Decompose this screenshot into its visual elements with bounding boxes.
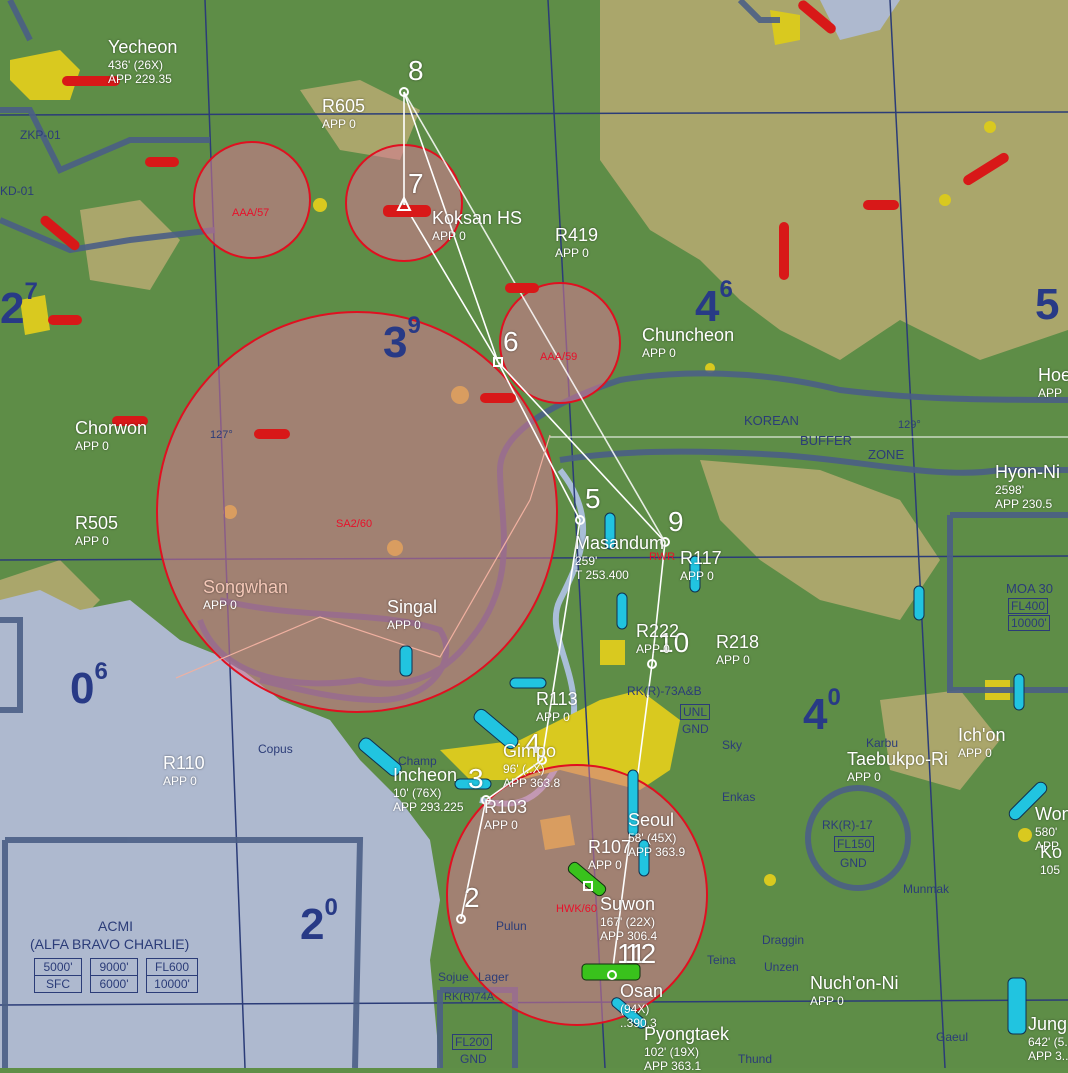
place-r505: R505 APP 0 — [75, 513, 119, 548]
map-label-draggin: Draggin — [762, 933, 805, 947]
longitude-127: 127° — [210, 429, 233, 441]
threat-label-aaa57: AAA/57 — [232, 207, 270, 219]
place-pyongtaek: Pyongtaek 102' (19X) APP 363.1 — [644, 1024, 730, 1073]
grid-label-06: 06 — [70, 658, 108, 713]
map-label-pulun: Pulun — [496, 919, 527, 933]
place-incheon: Incheon 10' (76X) APP 293.225 — [393, 765, 464, 814]
place-r419: R419 APP 0 — [555, 225, 599, 260]
place-r218: R218 APP 0 — [716, 632, 760, 667]
rkr74-gnd: GND — [460, 1052, 487, 1066]
map-label-teina: Teina — [707, 953, 736, 967]
map-label-sky: Sky — [722, 738, 743, 752]
place-r103: R103 APP 0 — [484, 797, 528, 832]
threat-label-aaa59: AAA/59 — [540, 351, 578, 363]
map-label-champ: Champ — [398, 754, 437, 768]
airspace-zkp01: ZKP-01 — [20, 128, 61, 142]
place-r605: R605 APP 0 — [322, 96, 366, 131]
rkr73-label: RK(R)-73A&B — [627, 684, 702, 698]
map-label-enkas: Enkas — [722, 790, 756, 804]
rkr17-fl: FL150 — [834, 836, 875, 852]
acmi-subtitle: (ALFA BRAVO CHARLIE) — [30, 936, 190, 952]
map-label-sojue: Sojue — [438, 970, 469, 984]
buffer-zone-korean: KOREAN — [744, 413, 799, 428]
place-singal: Singal APP 0 — [387, 597, 438, 632]
grid-label-5: 5 — [1035, 280, 1060, 329]
place-r107: R107 APP 0 — [588, 837, 632, 872]
map-label-karbu: Karbu — [866, 736, 899, 750]
place-info: 436' (26X) — [108, 58, 163, 72]
rkr74-label: RK(R)74A — [444, 991, 495, 1003]
place-hyonni: Hyon-Ni 2598' APP 230.5 — [995, 462, 1061, 511]
threat-label-hwk: HWK/60 — [556, 903, 597, 915]
place-taebukpo: Taebukpo-Ri APP 0 — [847, 749, 949, 784]
place-chorwon: Chorwon APP 0 — [75, 418, 148, 453]
waypoint-8[interactable]: 8 — [408, 55, 424, 87]
map-label-unzen: Unzen — [764, 960, 799, 974]
threat-label-sa2: SA2/60 — [336, 518, 373, 530]
grid-label-27: 27 — [0, 278, 38, 333]
moa30-label: MOA 30 — [1006, 581, 1053, 596]
map-label-munmak: Munmak — [903, 882, 950, 896]
place-koksan: Koksan HS APP 0 — [432, 208, 523, 243]
grid-label-40: 40 — [803, 684, 841, 739]
rkr73-gnd: GND — [682, 722, 709, 736]
acmi-block-a: 5000' SFC — [34, 958, 82, 993]
place-ichon: Ich'on APP 0 — [958, 725, 1006, 760]
moa30-fl: FL400 — [1008, 598, 1049, 614]
threat-ring-aaa57 — [193, 141, 311, 259]
rkr73-unl: UNL — [680, 704, 711, 720]
map-label-gaeul: Gaeul — [936, 1030, 969, 1044]
acmi-block-c: FL600 10000' — [146, 958, 198, 993]
buffer-zone-buffer: BUFFER — [800, 433, 852, 448]
map-label-thund: Thund — [738, 1052, 773, 1066]
place-hoe: Hoe APP — [1038, 365, 1068, 400]
moa30-ft: 10000' — [1008, 615, 1050, 631]
tactical-map[interactable] — [0, 0, 1068, 1068]
buffer-zone-zone: ZONE — [868, 447, 905, 462]
place-r110: R110 APP 0 — [163, 753, 205, 788]
place-jung: Jung 642' (5..) APP 3.. — [1028, 1014, 1068, 1063]
grid-label-39: 39 — [383, 312, 421, 367]
rkr17-label: RK(R)-17 — [822, 818, 873, 832]
place-r117: R117 APP 0 — [680, 548, 722, 583]
place-nuchon: Nuch'on-Ni APP 0 — [810, 973, 899, 1008]
place-name: Yecheon — [108, 37, 178, 57]
waypoint-3[interactable]: 3 — [468, 763, 484, 795]
place-suwon: Suwon 167' (22X) APP 306.4 — [600, 894, 658, 943]
place-yecheon: Yecheon 436' (26X) APP 229.35 — [108, 37, 177, 86]
map-label-copus: Copus — [258, 742, 293, 756]
place-r113: R113 APP 0 — [536, 689, 578, 724]
waypoint-6[interactable]: 6 — [503, 326, 519, 358]
place-masandum: Masandum 259' T 253.400 — [575, 533, 665, 582]
place-info: APP 229.35 — [108, 72, 172, 86]
airspace-kd01: KD-01 — [0, 184, 35, 198]
waypoint-7[interactable]: 7 — [408, 168, 424, 200]
rkr17-gnd: GND — [840, 856, 867, 870]
grid-label-20: 20 — [300, 894, 338, 949]
waypoint-2[interactable]: 2 — [464, 882, 480, 914]
place-ko: Ko 105 — [1040, 842, 1063, 877]
map-label-lager: Lager — [478, 970, 509, 984]
acmi-block-b: 9000' 6000' — [90, 958, 138, 993]
place-seoul: Seoul 58' (45X) APP 363.9 — [628, 810, 686, 859]
place-chuncheon: Chuncheon APP 0 — [642, 325, 735, 360]
longitude-129: 129° — [898, 419, 921, 431]
acmi-title: ACMI — [98, 918, 133, 934]
rkr74-fl: FL200 — [452, 1034, 493, 1050]
place-r222: R222 APP 0 — [636, 621, 680, 656]
waypoint-5[interactable]: 5 — [585, 483, 601, 515]
place-osan: Osan (94X) ..390.3 — [620, 981, 664, 1030]
place-songwhan: Songwhan APP 0 — [203, 577, 289, 612]
place-gimpo: Gimpo 96' (..X) APP 363.8 — [503, 741, 561, 790]
threat-ring-sa2 — [156, 311, 558, 713]
waypoint-9[interactable]: 9 — [668, 506, 684, 538]
